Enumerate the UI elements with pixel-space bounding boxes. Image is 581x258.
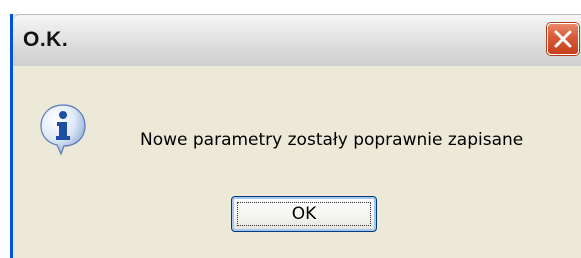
dialog-message: Nowe parametry zostały poprawnie zapisan…: [140, 130, 524, 150]
dialog-body: Nowe parametry zostały poprawnie zapisan…: [13, 66, 581, 258]
dialog-title: O.K.: [23, 28, 69, 51]
ok-button-label: OK: [237, 202, 371, 226]
message-dialog: O.K. Nowe parametry zostały poprawnie za…: [10, 14, 581, 258]
title-bar[interactable]: O.K.: [13, 14, 581, 67]
close-button[interactable]: [547, 23, 579, 55]
close-icon: [554, 30, 572, 48]
ok-button[interactable]: OK: [231, 196, 377, 232]
info-icon: [39, 103, 87, 156]
